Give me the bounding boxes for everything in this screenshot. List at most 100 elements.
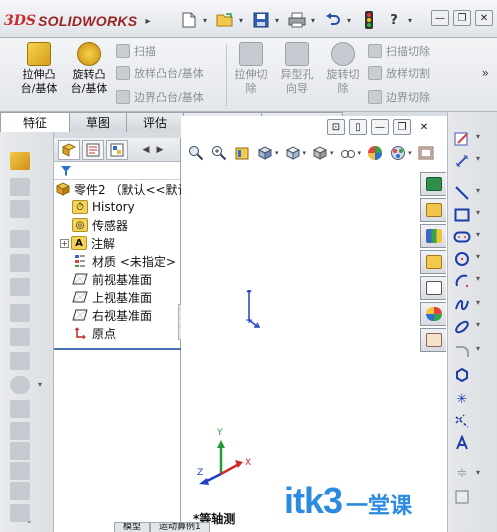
tab-motion-study[interactable]: 运动算例1 [150,522,210,532]
extrude-boss-button[interactable]: 拉伸凸 台/基体 [16,42,62,96]
swept-cut-button[interactable]: 扫描切除 [368,42,430,60]
mirror-icon[interactable] [10,328,30,346]
chevron-down-icon[interactable]: ▾ [408,149,412,157]
polygon-icon[interactable] [452,366,472,384]
offset-entities-icon[interactable]: ≑ [452,464,472,482]
apply-scene-icon[interactable] [389,144,407,162]
previous-view-icon[interactable] [233,144,251,162]
home-tab[interactable] [420,198,446,222]
doc-close-button[interactable]: ✕ [415,119,433,135]
chevron-down-icon[interactable]: ▾ [358,149,362,157]
close-button[interactable]: ✕ [475,10,493,26]
tree-item-annotations[interactable]: + A 注解 [54,234,180,252]
loft-boss-button[interactable]: 放样凸台/基体 [116,64,204,82]
chevron-down-icon[interactable]: ▾ [239,16,247,25]
rectangle-icon[interactable] [452,206,472,224]
tree-item-origin[interactable]: 原点 [54,324,180,342]
chevron-down-icon[interactable]: ▾ [330,149,334,157]
spline-icon[interactable] [452,296,472,314]
display-style-icon[interactable] [311,144,329,162]
expand-toolbar-icon[interactable]: ⌄ [26,516,33,525]
draft-icon[interactable] [10,254,30,272]
chevron-down-icon[interactable]: ▾ [311,16,319,25]
tab-evaluate[interactable]: 评估 [126,112,185,132]
property-manager-tab-icon[interactable] [82,139,104,160]
tree-item-sensors[interactable]: ◎ 传感器 [54,216,180,234]
text-icon[interactable] [452,434,472,452]
instant3d-icon[interactable] [10,422,30,440]
save-icon[interactable] [250,10,272,30]
trim-entities-icon[interactable] [452,488,472,506]
restore-button[interactable]: ❐ [453,10,471,26]
tab-model[interactable]: 模型 [114,522,151,532]
smart-dimension-icon[interactable] [452,152,472,170]
linear-pattern-icon[interactable] [10,352,30,370]
tab-features[interactable]: 特征 [0,112,71,132]
curves-icon[interactable] [10,400,30,418]
fillet-icon[interactable] [10,178,30,196]
boundary-boss-button[interactable]: 边界凸台/基体 [116,88,204,106]
zoom-to-area-icon[interactable] [210,144,228,162]
hole-wizard-button[interactable]: 异型孔 向导 [274,42,320,96]
shell-icon[interactable] [10,278,30,296]
file-explorer-tab[interactable] [420,250,446,274]
split-icon[interactable] [10,442,30,460]
arc-icon[interactable] [452,272,472,290]
view-orientation-icon[interactable] [284,144,302,162]
open-icon[interactable] [214,10,236,30]
section-view-icon[interactable] [256,144,274,162]
print-icon[interactable] [286,10,308,30]
help-icon[interactable]: ? [383,10,405,30]
line-icon[interactable] [452,184,472,202]
graphics-area[interactable]: ⊡ ▯ — ❐ ✕ ▾ ▾ ▾ ▾ ▾ Y X Z *等轴测 [181,116,447,532]
extrude-cut-button[interactable]: 拉伸切 除 [228,42,274,96]
tree-item-history[interactable]: ⏱ History [54,198,180,216]
sketch-icon[interactable] [452,130,472,148]
edit-appearance-icon[interactable] [366,144,384,162]
centerline-icon[interactable] [452,412,472,430]
chamfer-icon[interactable] [10,200,30,218]
hide-show-items-icon[interactable] [339,144,357,162]
undo-icon[interactable] [322,10,344,30]
part-root[interactable]: 零件2 （默认<<默认 [54,180,190,198]
chevron-down-icon[interactable]: ▾ [476,154,480,163]
boundary-cut-button[interactable]: 边界切除 [368,88,430,106]
tab-sketch[interactable]: 草图 [69,112,128,132]
tree-item-right-plane[interactable]: 右视基准面 [54,306,180,324]
chevron-down-icon[interactable]: ▾ [408,16,416,25]
reference-geometry-icon[interactable] [10,376,30,394]
chevron-down-icon[interactable]: ▾ [476,186,480,195]
revolve-boss-button[interactable]: 旋转凸 台/基体 [66,42,112,96]
loft-cut-button[interactable]: 放样切割 [368,64,430,82]
split-button[interactable]: ▯ [349,119,367,135]
revolve-cut-button[interactable]: 旋转切 除 [320,42,366,96]
ribbon-more-icon[interactable]: » [482,66,489,80]
tree-item-top-plane[interactable]: 上视基准面 [54,288,180,306]
chevron-down-icon[interactable]: ▾ [476,274,480,283]
slot-icon[interactable] [452,228,472,246]
nav-left-icon[interactable]: ◀ [140,141,152,159]
chevron-down-icon[interactable]: ▾ [476,208,480,217]
swept-boss-button[interactable]: 扫描 [116,42,156,60]
extrude-icon[interactable] [10,152,30,170]
design-library-tab[interactable] [420,224,446,248]
doc-minimize-button[interactable]: — [371,119,389,135]
ellipse-icon[interactable] [452,318,472,336]
funnel-icon[interactable] [54,162,180,180]
tile-button[interactable]: ⊡ [327,119,345,135]
fillet-sketch-icon[interactable] [452,342,472,360]
point-icon[interactable]: ✳ [452,390,472,408]
chevron-down-icon[interactable]: ▾ [476,252,480,261]
zoom-to-fit-icon[interactable] [187,144,205,162]
custom-properties-tab[interactable] [420,328,446,352]
view-palette-tab[interactable] [420,276,446,300]
chevron-down-icon[interactable]: ▾ [476,320,480,329]
chevron-down-icon[interactable]: ▾ [303,149,307,157]
chevron-down-icon[interactable]: ▾ [476,298,480,307]
rebuild-icon[interactable] [358,10,380,30]
chevron-down-icon[interactable]: ▾ [476,132,480,141]
wrap-icon[interactable] [10,304,30,322]
intersect-icon[interactable] [10,482,30,500]
chevron-down-icon[interactable]: ▾ [476,230,480,239]
chevron-down-icon[interactable]: ▾ [203,16,211,25]
